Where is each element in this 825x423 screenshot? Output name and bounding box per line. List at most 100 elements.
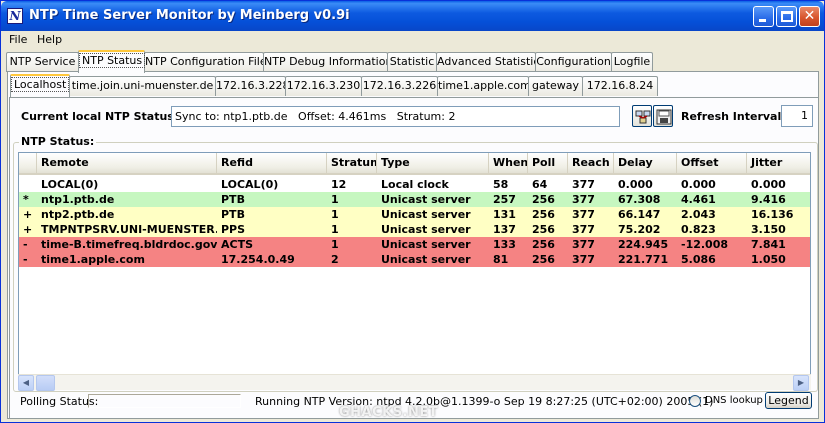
tab-host-localhost[interactable]: Localhost <box>10 74 70 97</box>
cell-when: 133 <box>493 238 516 251</box>
app-window: N NTP Time Server Monitor by Meinberg v0… <box>0 0 825 423</box>
polling-status-bar <box>88 394 241 408</box>
column-header-when[interactable]: When <box>489 153 528 173</box>
column-header-stratum[interactable]: Stratum <box>327 153 377 173</box>
cell-when: 58 <box>493 178 509 191</box>
refresh-interval-input[interactable]: 1 <box>781 105 813 127</box>
cell-type: Unicast server <box>381 253 471 266</box>
table-row[interactable]: - time-B.timefreq.bldrdoc.gov ACTS 1 Unicast… <box>19 237 810 252</box>
close-button[interactable]: ✕ <box>799 6 820 27</box>
maximize-icon <box>781 11 793 22</box>
ntp-version-text: Running NTP Version: ntpd 4.2.0b@1.1399-… <box>255 395 714 408</box>
cell-stratum: 2 <box>331 253 339 266</box>
menu-help[interactable]: Help <box>37 33 62 46</box>
tab-host-time-join[interactable]: time.join.uni-muenster.de <box>69 76 216 96</box>
cell-refid: PTB <box>221 193 245 206</box>
current-status-label: Current local NTP Status: <box>21 110 179 123</box>
cell-reach: 377 <box>572 178 595 191</box>
cell-poll: 256 <box>532 253 555 266</box>
arrow-right-icon: ▶ <box>797 378 805 387</box>
table-row[interactable]: + ntp2.ptb.de PTB 1 Unicast server 131 256 377 6… <box>19 207 810 222</box>
cell-type: Unicast server <box>381 238 471 251</box>
cell-stratum: 1 <box>331 208 339 221</box>
cell-offset: 2.043 <box>681 208 716 221</box>
legend-button[interactable]: Legend <box>765 392 812 409</box>
tab-host-172-16-3-228[interactable]: 172.16.3.228 <box>215 76 289 96</box>
cell-offset: -12.008 <box>681 238 729 251</box>
tab-ntp-configuration-file[interactable]: NTP Configuration File <box>144 52 267 72</box>
cell-delay: 224.945 <box>618 238 669 251</box>
cell-offset: 4.461 <box>681 193 716 206</box>
network-refresh-button[interactable] <box>632 105 652 127</box>
tab-ntp-debug-information[interactable]: NTP Debug Information <box>263 52 392 72</box>
tab-ntp-service[interactable]: NTP Service <box>6 52 79 72</box>
cell-type: Unicast server <box>381 208 471 221</box>
cell-jitter: 3.150 <box>751 223 786 236</box>
title-bar[interactable]: N NTP Time Server Monitor by Meinberg v0… <box>1 1 824 31</box>
cell-delay: 66.147 <box>618 208 661 221</box>
watermark-text: GHACKS.NET <box>339 405 439 420</box>
tab-host-gateway[interactable]: gateway <box>528 76 583 96</box>
tab-host-time1-apple[interactable]: time1.apple.com <box>437 76 531 96</box>
current-status-field[interactable]: Sync to: ntp1.ptb.de Offset: 4.461ms Str… <box>171 106 620 127</box>
cell-stratum: 12 <box>331 178 347 191</box>
cell-when: 81 <box>493 253 509 266</box>
dns-lookup-radio[interactable] <box>689 395 701 407</box>
tab-host-172-16-3-230[interactable]: 172.16.3.230 <box>285 76 362 96</box>
column-header-delay[interactable]: Delay <box>614 153 677 173</box>
cell-remote: ntp1.ptb.de <box>41 193 115 206</box>
cell-type: Local clock <box>381 178 449 191</box>
network-icon <box>635 110 651 124</box>
cell-refid: ACTS <box>221 238 254 251</box>
tab-ntp-status[interactable]: NTP Status <box>78 50 146 73</box>
tab-logfile[interactable]: Logfile <box>611 52 653 72</box>
cell-flag <box>19 177 37 192</box>
tab-configuration[interactable]: Configuration <box>535 52 612 72</box>
tab-statistic[interactable]: Statistic <box>387 52 437 72</box>
cell-jitter: 7.841 <box>751 238 786 251</box>
cell-remote: ntp2.ptb.de <box>41 208 115 221</box>
cell-flag: - <box>23 238 28 251</box>
cell-delay: 221.771 <box>618 253 669 266</box>
save-log-button[interactable] <box>653 105 673 127</box>
cell-offset: 0.823 <box>681 223 716 236</box>
cell-poll: 256 <box>532 208 555 221</box>
table-row[interactable]: * ntp1.ptb.de PTB 1 Unicast server 257 256 377 6… <box>19 192 810 207</box>
cell-refid: 17.254.0.49 <box>221 253 295 266</box>
table-row[interactable]: - time1.apple.com 17.254.0.49 2 Unicast serv… <box>19 252 810 267</box>
tab-host-172-16-3-226[interactable]: 172.16.3.226 <box>361 76 438 96</box>
cell-when: 137 <box>493 223 516 236</box>
peer-list[interactable]: Remote Refid Stratum Type When Poll Reac… <box>18 152 811 390</box>
scroll-left-button[interactable]: ◀ <box>18 375 34 391</box>
horizontal-scrollbar[interactable]: ◀ ▶ <box>18 374 811 391</box>
table-row[interactable]: LOCAL(0) LOCAL(0) 12 Local clock 58 64 377 0.00… <box>19 177 810 192</box>
column-header-remote[interactable]: Remote <box>37 153 217 173</box>
peer-list-header: Remote Refid Stratum Type When Poll Reac… <box>19 153 810 175</box>
column-header-refid[interactable]: Refid <box>217 153 327 173</box>
dns-lookup-label[interactable]: DNS lookup <box>705 395 763 406</box>
column-header-offset[interactable]: Offset <box>677 153 747 173</box>
tab-host-172-16-8-24[interactable]: 172.16.8.24 <box>582 76 658 96</box>
column-header-jitter[interactable]: Jitter <box>747 153 810 173</box>
cell-flag: + <box>23 208 33 221</box>
column-header-type[interactable]: Type <box>377 153 489 173</box>
scroll-thumb[interactable] <box>36 375 55 391</box>
cell-remote: time1.apple.com <box>41 253 145 266</box>
column-header-poll[interactable]: Poll <box>528 153 568 173</box>
column-header-flag[interactable] <box>19 153 37 173</box>
minimize-icon <box>759 19 766 22</box>
cell-remote: time-B.timefreq.bldrdoc.gov <box>41 238 217 251</box>
table-row[interactable]: + TMPNTPSRV.UNI-MUENSTER. PPS 1 Unicast serv… <box>19 222 810 237</box>
cell-jitter: 9.416 <box>751 193 786 206</box>
menu-file[interactable]: File <box>9 33 27 46</box>
cell-jitter: 0.000 <box>751 178 786 191</box>
cell-when: 257 <box>493 193 516 206</box>
ntp-status-group-label: NTP Status: <box>19 135 97 148</box>
cell-flag: + <box>23 223 33 236</box>
minimize-button[interactable] <box>753 6 774 27</box>
tab-advanced-statistic[interactable]: Advanced Statistic <box>436 52 539 72</box>
scroll-right-button[interactable]: ▶ <box>793 375 809 391</box>
maximize-button[interactable] <box>776 6 797 27</box>
arrow-left-icon: ◀ <box>22 378 30 387</box>
column-header-reach[interactable]: Reach <box>568 153 614 173</box>
